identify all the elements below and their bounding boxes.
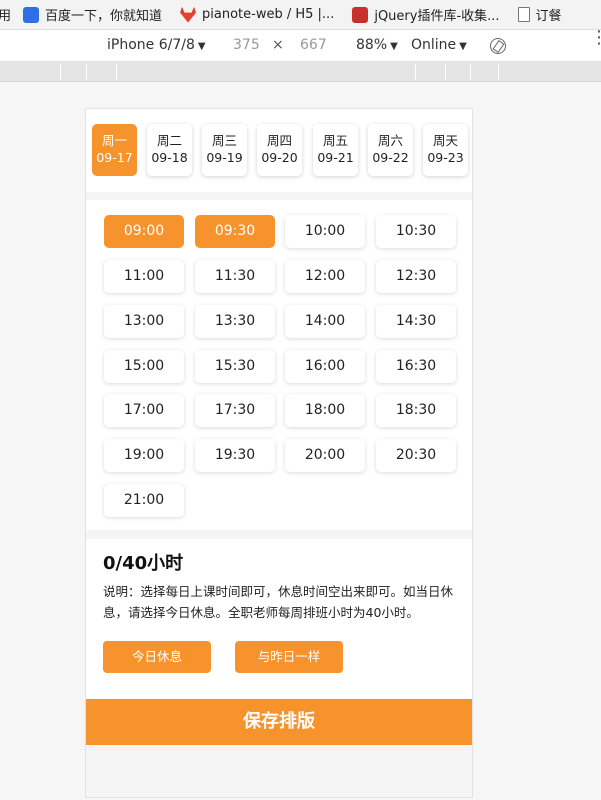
bookmark-baidu[interactable]: 百度一下，你就知道 [23,5,162,24]
bookmark-order[interactable]: 订餐 [517,5,562,24]
time-slot[interactable]: 20:30 [376,439,456,472]
time-slot[interactable]: 19:30 [195,439,275,472]
zoom-select[interactable]: 88% ▼ [356,37,398,53]
baidu-icon [23,6,40,23]
time-slot[interactable]: 12:00 [285,260,365,293]
rotate-icon[interactable] [490,38,506,54]
time-slot[interactable]: 21:00 [104,484,184,517]
day-tab[interactable]: 周二 09-18 [147,124,192,176]
time-slot[interactable]: 17:00 [104,394,184,427]
bookmark-label: pianote-web / H5 |... [202,7,335,22]
jquery-icon [352,6,369,23]
chevron-down-icon: ▼ [390,41,398,52]
time-slot[interactable]: 13:00 [104,305,184,338]
time-slot[interactable]: 10:00 [285,215,365,248]
day-tab[interactable]: 周天 09-23 [423,124,468,176]
time-slot[interactable]: 11:30 [195,260,275,293]
day-tab[interactable]: 周三 09-19 [202,124,247,176]
bookmark-label: 百度一下，你就知道 [45,9,163,24]
time-slot[interactable]: 14:00 [285,305,365,338]
same-as-yesterday-button[interactable]: 与昨日一样 [235,641,343,673]
time-slot[interactable]: 15:30 [195,350,275,383]
description-text: 说明：选择每日上课时间即可，休息时间空出来即可。如当日休息，请选择今日休息。全职… [103,584,454,620]
day-tab[interactable]: 周四 09-20 [257,124,302,176]
bookmark-item-partial[interactable]: 用 [0,5,11,24]
weekday-selector: 周一 09-17 周二 09-18 周三 09-19 周四 09-20 周五 09-21 … [86,109,472,192]
time-slot[interactable]: 16:00 [285,350,365,383]
gitlab-icon [180,6,197,23]
weekly-hours: 0/40小时 [103,553,184,574]
rest-today-button[interactable]: 今日休息 [103,641,211,673]
bookmark-jquery[interactable]: jQuery插件库-收集... [352,5,500,24]
time-slot[interactable]: 17:30 [195,394,275,427]
day-tab[interactable]: 周五 09-21 [313,124,358,176]
time-slot[interactable]: 15:00 [104,350,184,383]
time-slot[interactable]: 18:30 [376,394,456,427]
time-slot[interactable]: 11:00 [104,260,184,293]
viewport-height-input[interactable]: 667 [300,37,327,53]
time-slot[interactable]: 09:30 [195,215,275,248]
day-tab[interactable]: 周六 09-22 [368,124,413,176]
schedule-summary: 0/40小时 说明：选择每日上课时间即可，休息时间空出来即可。如当日休息，请选择… [86,539,472,699]
time-slot[interactable]: 13:30 [195,305,275,338]
document-icon [517,7,530,22]
times-sign: × [272,37,284,53]
more-options-icon[interactable]: ⋮ [590,29,601,47]
bookmark-label: 用 [0,5,11,24]
time-slot[interactable]: 20:00 [285,439,365,472]
time-slot[interactable]: 16:30 [376,350,456,383]
time-slot[interactable]: 14:30 [376,305,456,338]
bookmarks-bar: 用 百度一下，你就知道 pianote-web / H5 |... jQuery… [0,0,601,30]
time-slot[interactable]: 12:30 [376,260,456,293]
viewport-width-input[interactable]: 375 [233,37,260,53]
network-throttle-select[interactable]: Online ▼ [411,37,467,53]
device-select[interactable]: iPhone 6/7/8 ▼ [107,37,206,53]
bookmark-label: jQuery插件库-收集... [374,9,500,24]
day-tab[interactable]: 周一 09-17 [92,124,137,176]
time-slot[interactable]: 09:00 [104,215,184,248]
time-slot[interactable]: 10:30 [376,215,456,248]
time-slot[interactable]: 19:00 [104,439,184,472]
bookmark-label: 订餐 [535,9,562,24]
time-slot-grid: 09:00 09:30 10:00 10:30 11:00 11:30 12:0… [86,200,472,530]
media-query-ruler [0,62,601,82]
chevron-down-icon: ▼ [459,41,467,52]
time-slot[interactable]: 18:00 [285,394,365,427]
device-toolbar: iPhone 6/7/8 ▼ 375 × 667 88% ▼ Online ▼ ⋮ [0,29,601,62]
chevron-down-icon: ▼ [197,41,206,52]
save-schedule-button[interactable]: 保存排版 [86,699,472,745]
bookmark-gitlab[interactable]: pianote-web / H5 |... [180,6,335,23]
device-viewport: 周一 09-17 周二 09-18 周三 09-19 周四 09-20 周五 09-21 … [85,108,473,798]
